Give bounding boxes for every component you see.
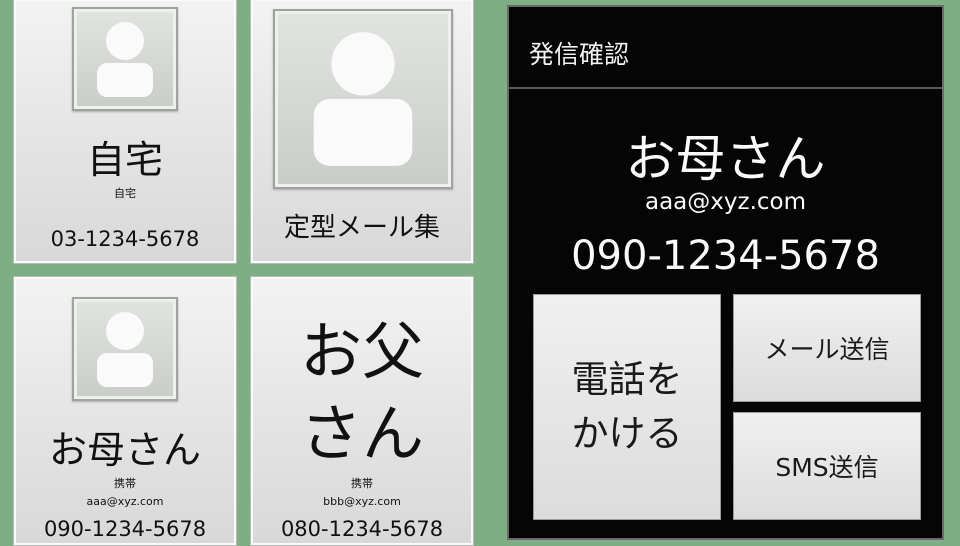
avatar [72, 297, 178, 401]
dialog-contact-phone: 090-1234-5678 [571, 233, 880, 279]
avatar [273, 9, 453, 189]
tile-title-line2: さん [299, 397, 424, 470]
tile-title: 定型メール集 [283, 213, 440, 243]
tile-phone: 080-1234-5678 [280, 517, 444, 541]
dialog-contact-email: aaa@xyz.com [644, 189, 806, 215]
send-mail-button[interactable]: メール送信 [733, 294, 921, 402]
tile-title-line1: お父 [299, 315, 424, 388]
person-icon [97, 22, 153, 97]
tile-email: aaa@xyz.com [86, 495, 164, 508]
dialog-divider [509, 87, 942, 89]
tile-subtitle: 携帯 [351, 477, 373, 490]
contact-tile-mother[interactable]: お母さん 携帯 aaa@xyz.com 090-1234-5678 [13, 276, 237, 546]
send-sms-button-label: SMS送信 [775, 453, 879, 482]
person-icon [97, 312, 153, 387]
person-icon [313, 32, 413, 166]
dialog-contact-name: お母さん [625, 130, 826, 188]
template-mail-tile[interactable]: 定型メール集 [250, 0, 474, 264]
tile-phone: 090-1234-5678 [43, 517, 207, 541]
send-mail-button-label: メール送信 [764, 335, 890, 364]
send-sms-button[interactable]: SMS送信 [733, 412, 921, 520]
dialog-title: 発信確認 [529, 40, 630, 69]
contact-tile-father[interactable]: お父 さん 携帯 bbb@xyz.com 080-1234-5678 [250, 276, 474, 546]
tile-phone: 03-1234-5678 [50, 227, 200, 251]
call-confirm-dialog: 発信確認 お母さん aaa@xyz.com 090-1234-5678 電話を … [507, 5, 944, 540]
call-button-label-line2: かける [571, 412, 683, 455]
tile-title: 自宅 [86, 138, 163, 182]
tile-subtitle: 自宅 [114, 187, 136, 200]
avatar [72, 7, 178, 111]
tile-subtitle: 携帯 [114, 477, 136, 490]
contact-tile-home[interactable]: 自宅 自宅 03-1234-5678 [13, 0, 237, 264]
call-button[interactable]: 電話を かける [533, 294, 721, 520]
tile-email: bbb@xyz.com [323, 495, 401, 508]
tile-title: お母さん [48, 428, 201, 472]
call-button-label-line1: 電話を [571, 358, 683, 402]
